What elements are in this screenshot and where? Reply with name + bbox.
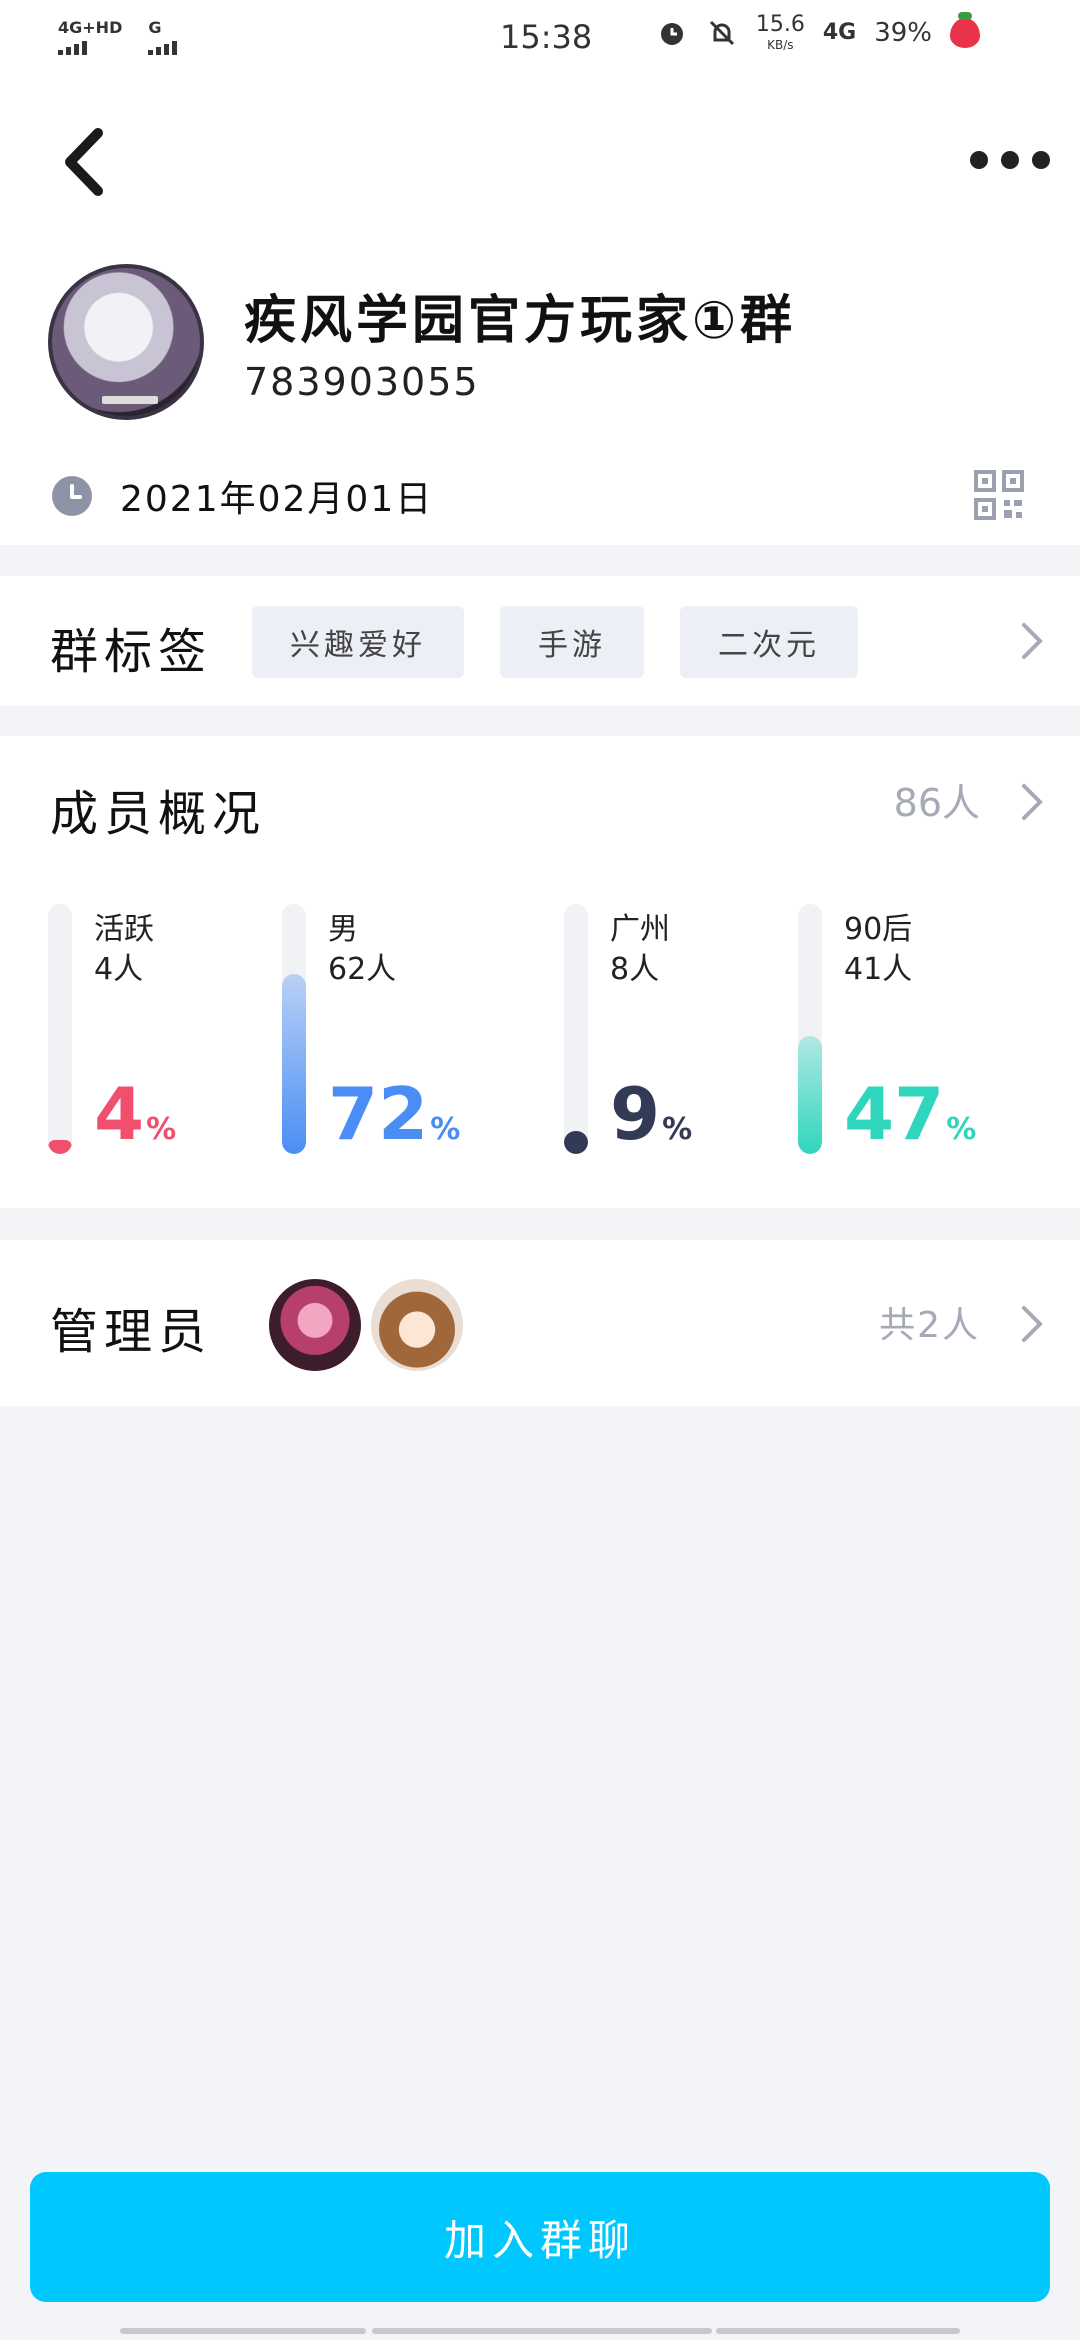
admin-avatar[interactable] (368, 1276, 466, 1374)
stat-count: 41人 (844, 952, 913, 987)
more-options-button[interactable] (970, 140, 1050, 180)
battery-level: 39% (874, 17, 932, 48)
created-date: 2021年02月01日 (120, 479, 434, 520)
mute-icon (706, 17, 738, 49)
stat-bar-fill (564, 1131, 588, 1154)
strawberry-icon (950, 11, 980, 48)
nav-indicator (372, 2328, 712, 2334)
net-speed-value: 15.6 (755, 12, 805, 37)
net-speed-unit: KB/s (767, 38, 794, 52)
stat-label: 90后 (844, 912, 913, 947)
dot-icon (1001, 151, 1019, 169)
group-id: 783903055 (244, 360, 480, 404)
members-overview[interactable]: 成员概况 86人 活跃 4人 4% 男 62人 72% 广州 8人 9% 90后… (0, 736, 1080, 1208)
signal-1: 4G+HD (58, 20, 122, 55)
members-total: 86人 (893, 781, 980, 825)
group-name: 疾风学园官方玩家①群 (244, 291, 797, 351)
stat-age: 90后 41人 47% (798, 904, 1038, 1154)
stat-count: 62人 (328, 952, 397, 987)
alarm-icon (656, 17, 688, 49)
signal-1-label: 4G+HD (58, 18, 123, 37)
stat-count: 8人 (610, 952, 660, 987)
stat-label: 广州 (610, 912, 670, 947)
group-avatar[interactable] (48, 264, 204, 420)
admin-avatar[interactable] (266, 1276, 364, 1374)
back-button[interactable] (60, 122, 120, 202)
stat-bar-track (564, 904, 588, 1154)
stat-bar-fill (282, 974, 306, 1154)
signal-bars-icon (148, 39, 178, 55)
stat-bar-track (282, 904, 306, 1154)
stat-location: 广州 8人 9% (564, 904, 804, 1154)
join-group-button[interactable]: 加入群聊 (30, 2172, 1050, 2302)
qr-code-button[interactable] (974, 470, 1024, 520)
tag-item: 兴趣爱好 (252, 606, 464, 678)
signal-bars-icon (58, 39, 87, 55)
status-bar: 4G+HD G 15:38 15.6 KB/s 4G 39% (0, 0, 1080, 80)
stat-bar-fill (798, 1036, 822, 1154)
stat-active: 活跃 4人 4% (48, 904, 288, 1154)
stat-bar-track (48, 904, 72, 1154)
clock-icon (52, 476, 92, 516)
group-header: 疾风学园官方玩家①群 783903055 2021年02月01日 (0, 240, 1080, 545)
tag-item: 二次元 (680, 606, 858, 678)
status-right: 15.6 KB/s 4G 39% (656, 11, 980, 52)
admins-row[interactable]: 管理员 共2人 (0, 1240, 1080, 1406)
status-time: 15:38 (500, 18, 593, 56)
members-title: 成员概况 (50, 786, 267, 842)
tags-list: 兴趣爱好 手游 二次元 (252, 606, 858, 678)
tags-title: 群标签 (50, 624, 213, 680)
stat-percent: 9% (610, 1072, 693, 1156)
nav-indicator (716, 2328, 960, 2334)
stat-bar-track (798, 904, 822, 1154)
stat-count: 4人 (94, 952, 144, 987)
stat-bar-fill (48, 1140, 72, 1154)
stat-percent: 4% (94, 1072, 177, 1156)
group-tags-row[interactable]: 群标签 兴趣爱好 手游 二次元 (0, 576, 1080, 706)
signal-2: G (148, 18, 178, 55)
tag-item: 手游 (500, 606, 644, 678)
network-type: 4G (822, 20, 857, 45)
admins-count: 共2人 (879, 1305, 980, 1346)
nav-indicator (120, 2328, 366, 2334)
stat-label: 男 (328, 912, 358, 947)
top-bar (0, 80, 1080, 240)
net-speed: 15.6 KB/s (755, 12, 805, 52)
stat-label: 活跃 (94, 912, 154, 947)
signal-indicators: 4G+HD G (58, 18, 178, 55)
chevron-right-icon (1022, 623, 1043, 659)
admins-title: 管理员 (50, 1304, 213, 1360)
qr-code-icon (974, 470, 1024, 520)
stat-percent: 47% (844, 1072, 977, 1156)
dot-icon (970, 151, 988, 169)
signal-2-label: G (148, 18, 162, 37)
avatar-badge (102, 396, 158, 404)
chevron-right-icon (1022, 1306, 1043, 1342)
dot-icon (1032, 151, 1050, 169)
back-arrow-icon (65, 128, 103, 196)
chevron-right-icon (1022, 784, 1043, 820)
stat-percent: 72% (328, 1072, 461, 1156)
stat-male: 男 62人 72% (282, 904, 522, 1154)
